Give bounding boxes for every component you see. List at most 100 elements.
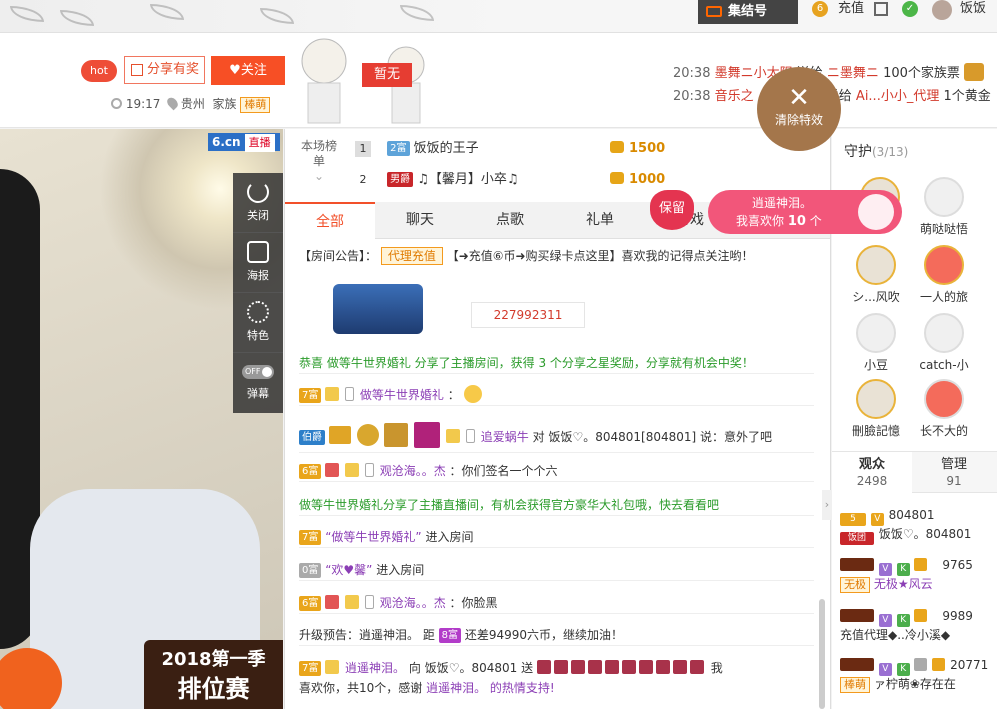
chat-message: 6富 观沧海。。杰 ：你脸黑 xyxy=(299,593,814,614)
chat-message: 6富 观沧海。。杰 ：你们签名一个个六 xyxy=(299,461,814,482)
room-id: 227992311 xyxy=(471,302,585,328)
guard-avatar xyxy=(924,245,964,285)
level-badge-icon xyxy=(840,658,874,671)
tab-chat[interactable]: 聊天 xyxy=(375,202,465,239)
session-rank-label[interactable]: 本场榜单 ⌄ xyxy=(301,139,337,184)
gift-heart-icon xyxy=(553,660,568,674)
viewer-row[interactable]: 5 V 804801 饭团 饭饭♡。804801 xyxy=(840,507,997,545)
chat-log[interactable]: 【房间公告】： 代理充值 【➜充值⑥币➜购买绿卡点这里】喜欢我的记得点关注哟！ … xyxy=(285,239,818,709)
gift-chat-message: 7富 逍遥神泪。 向 饭饭♡。804801 送 我 xyxy=(299,658,814,678)
ranking-season-banner[interactable]: 2018第一季 排位赛 xyxy=(144,640,283,709)
top-bar: 集结号 6 充值 ✓ 饭饭 xyxy=(0,0,997,33)
v-badge-icon: V xyxy=(870,513,884,526)
badge-icon xyxy=(325,660,340,674)
badge-icon xyxy=(914,558,928,571)
k-badge-icon: K xyxy=(896,563,910,576)
gift-heart-icon xyxy=(672,660,687,674)
badge-icon xyxy=(345,463,360,477)
guard-item[interactable]: シ...风吹 xyxy=(848,245,904,305)
location-icon xyxy=(165,95,180,111)
crown-icon xyxy=(328,426,351,444)
poster-button[interactable]: 海报 xyxy=(233,233,283,293)
guard-avatar xyxy=(924,379,964,419)
guard-item[interactable]: 萌哒哒悟 xyxy=(916,177,972,237)
k-badge-icon: K xyxy=(896,614,910,627)
guard-item[interactable]: catch-小 xyxy=(916,313,972,373)
tab-audience[interactable]: 观众 2498 xyxy=(832,452,912,494)
username-link[interactable]: 饭饭 xyxy=(960,0,986,18)
coin-icon[interactable]: 6 xyxy=(812,1,828,17)
tab-all[interactable]: 全部 xyxy=(285,202,375,239)
guard-item[interactable]: 一人的旅 xyxy=(916,245,972,305)
guard-item[interactable]: 长不大的 xyxy=(916,379,972,439)
phone-icon xyxy=(364,595,374,609)
user-avatar[interactable] xyxy=(932,0,952,20)
tab-song[interactable]: 点歌 xyxy=(465,202,555,239)
feature-icon xyxy=(247,301,269,323)
close-icon: ✕ xyxy=(788,83,810,113)
share-button[interactable]: 分享有奖 xyxy=(124,56,205,84)
heart-gift-icon xyxy=(414,422,441,448)
chat-scrollbar[interactable] xyxy=(819,599,825,709)
chat-message: 伯爵 追爱蜗牛 对 饭饭♡。804801[804801] 说：意外了吧 xyxy=(299,421,814,453)
badge-icon xyxy=(325,387,340,401)
viewer-row[interactable]: V K 9765 无极 无极★风云 xyxy=(840,557,997,593)
coin-icon xyxy=(610,172,624,184)
guard-avatar xyxy=(924,313,964,353)
viewer-row[interactable]: V K 9989 充值代理◆..冷小溪◆ xyxy=(840,608,997,644)
close-player-button[interactable]: 关闭 xyxy=(233,173,283,233)
badge-icon xyxy=(345,595,360,609)
level-badge-icon: 5 xyxy=(840,513,866,526)
share-icon xyxy=(131,64,143,76)
viewer-row[interactable]: V K 20771 棒萌 ァ柠萌❀存在在 xyxy=(840,657,997,693)
edit-icon[interactable] xyxy=(874,2,888,16)
guard-badge-icon xyxy=(356,424,379,446)
phone-icon xyxy=(465,429,475,443)
chat-message: 7富 做等牛世界婚礼 ： xyxy=(299,385,814,406)
tab-gifts[interactable]: 礼单 xyxy=(555,202,645,239)
jiehao-button[interactable]: 集结号 xyxy=(698,0,798,24)
gift-heart-icon xyxy=(655,660,670,674)
gift-heart-icon xyxy=(536,660,551,674)
guard-item[interactable]: 小豆 xyxy=(848,313,904,373)
system-message: 做等牛世界婚礼分享了主播直播间，有机会获得官方豪华大礼包哦，快去看看吧 xyxy=(299,495,814,516)
favorite-popup[interactable]: 保留 逍遥神泪。 我喜欢你 10 个 xyxy=(650,190,905,238)
danmaku-toggle[interactable]: OFF xyxy=(242,365,274,379)
verified-icon[interactable]: ✓ xyxy=(902,1,918,17)
gift-heart-icon xyxy=(689,660,704,674)
room-notice: 【房间公告】： 代理充值 【➜充值⑥币➜购买绿卡点这里】喜欢我的记得点关注哟！ xyxy=(299,247,754,265)
collapse-panel-icon[interactable]: › xyxy=(822,490,832,520)
video-player[interactable]: 6.cn 直播 关闭 海报 特色 OFF 弹幕 2018第一季 排位赛 xyxy=(0,129,283,709)
feature-button[interactable]: 特色 xyxy=(233,293,283,353)
agent-recharge-tag[interactable]: 代理充值 xyxy=(380,247,443,265)
heart-icon: ♥ xyxy=(229,63,241,78)
gift-heart-icon xyxy=(587,660,602,674)
badge-icon xyxy=(914,609,928,622)
family-tag[interactable]: 棒萌 xyxy=(240,97,271,113)
camera-icon xyxy=(706,6,722,17)
coin-icon xyxy=(610,141,624,153)
emoji-icon xyxy=(463,385,482,403)
recharge-link[interactable]: 充值 xyxy=(838,0,864,18)
truck-vehicle-icon xyxy=(333,284,423,334)
poster-icon xyxy=(247,241,269,263)
live-badge: 6.cn 直播 xyxy=(208,133,280,152)
keep-heart-button[interactable]: 保留 xyxy=(650,190,694,230)
clear-effects-button[interactable]: ✕ 清除特效 xyxy=(757,67,841,151)
badge-icon xyxy=(325,463,340,477)
chevron-down-icon: ⌄ xyxy=(313,169,325,183)
follow-button[interactable]: ♥关注 xyxy=(211,56,285,85)
tab-admins[interactable]: 管理 91 xyxy=(914,452,994,494)
guard-badge-icon xyxy=(914,658,928,671)
family-ticket-icon xyxy=(964,63,985,81)
rank-row[interactable]: 1 2富 饭饭的王子 1500 xyxy=(355,136,815,162)
phone-icon xyxy=(345,387,355,401)
enter-message: 7富 “做等牛世界婚礼” 进入房间 xyxy=(299,527,814,548)
guard-item[interactable]: 刪臉記憶 xyxy=(848,379,904,439)
k-badge-icon: K xyxy=(896,663,910,676)
gift-icons xyxy=(536,660,707,675)
danmaku-button[interactable]: OFF 弹幕 xyxy=(233,353,283,413)
badge-icon xyxy=(325,595,340,609)
guard-avatar xyxy=(856,379,896,419)
upgrade-notice: 升级预告：逍遥神泪。 距 8富 还差94990六币，继续加油！ xyxy=(299,625,814,646)
